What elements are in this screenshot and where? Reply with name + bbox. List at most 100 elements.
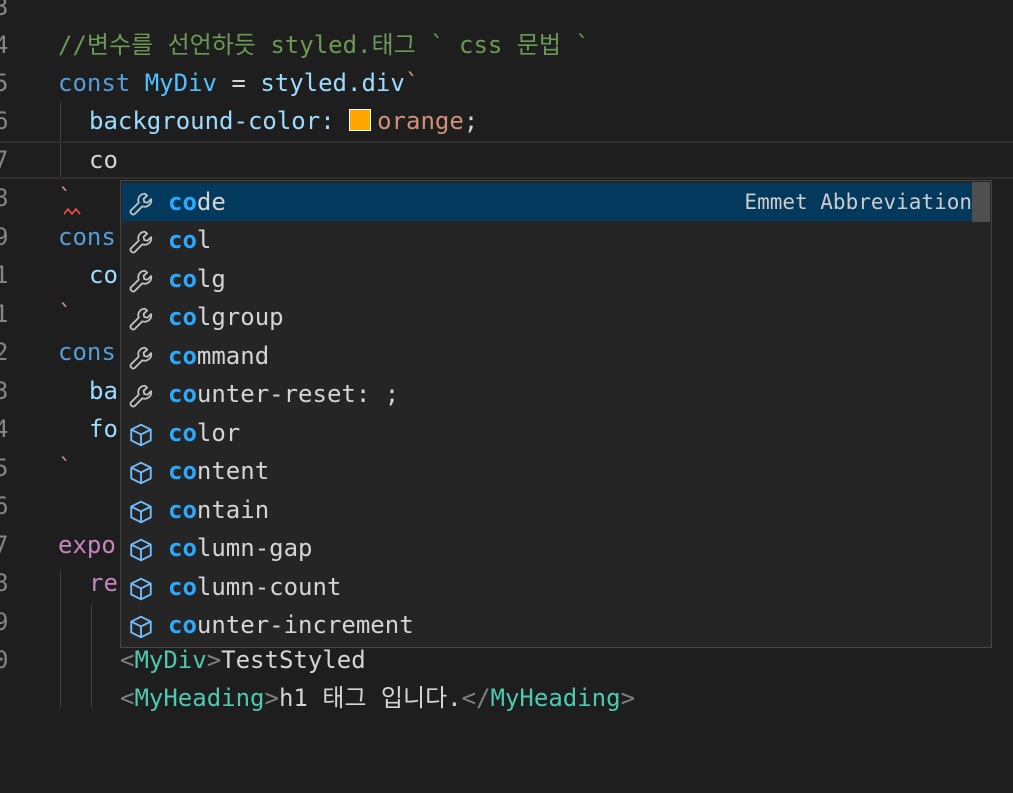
jsx-bracket: > <box>206 646 222 674</box>
styled-div-call: styled.div <box>260 69 405 97</box>
suggest-item-rest: lumn-count <box>196 573 342 601</box>
suggest-item[interactable]: code Emmet Abbreviation <box>122 183 972 221</box>
cube-icon <box>128 575 154 601</box>
cube-icon <box>128 498 154 524</box>
suggest-widget[interactable]: code Emmet Abbreviation col colg colgroup… <box>120 180 992 648</box>
jsx-tag: MyDiv <box>134 646 207 674</box>
css-property: ba <box>89 377 118 405</box>
suggest-item[interactable]: column-gap <box>122 529 972 567</box>
suggest-match-highlight: co <box>168 226 197 254</box>
suggest-item-label: color <box>168 414 240 452</box>
active-code-line[interactable]: co <box>0 141 1013 179</box>
suggest-item-label: command <box>168 337 269 375</box>
jsx-bracket: > <box>264 684 279 712</box>
wrench-icon <box>128 228 154 254</box>
color-swatch-icon[interactable] <box>349 109 372 131</box>
suggest-item-rest: lgroup <box>196 303 284 331</box>
suggest-item-label: content <box>168 452 269 490</box>
template-tick: ` <box>58 454 73 482</box>
comment-text: //변수를 선언하듯 styled.태그 ` css 문법 ` <box>58 31 590 59</box>
cube-icon <box>128 613 154 639</box>
css-value: orange <box>377 107 464 135</box>
suggest-match-highlight: co <box>168 419 197 447</box>
suggest-item-rest: mmand <box>196 342 270 370</box>
jsx-bracket: > <box>620 684 636 712</box>
suggest-item-rest: l <box>196 226 212 254</box>
suggest-item-label: contain <box>168 491 269 529</box>
suggest-match-highlight: co <box>168 534 197 562</box>
suggest-item-rest: de <box>196 188 226 216</box>
suggest-item[interactable]: color <box>122 414 972 452</box>
wrench-icon <box>128 382 154 408</box>
suggest-match-highlight: co <box>168 303 197 331</box>
suggest-scrollbar[interactable] <box>972 182 990 222</box>
suggest-item-label: colgroup <box>168 298 284 336</box>
cube-icon <box>128 459 154 485</box>
wrench-icon <box>128 305 154 331</box>
code-tokens: <MyHeading>h1 태그 입니다.</MyHeading> <box>120 679 635 717</box>
keyword-const: cons <box>58 223 116 251</box>
suggest-item-rest: unter-reset: ; <box>196 380 400 408</box>
error-squiggle <box>64 207 81 215</box>
template-tick: ` <box>404 69 420 97</box>
jsx-tag: MyHeading <box>134 684 265 712</box>
css-property: fo <box>89 415 118 443</box>
suggest-match-highlight: co <box>168 188 197 216</box>
cube-icon <box>128 536 154 562</box>
code-tokens: const MyDiv = styled.div` <box>58 64 419 102</box>
suggest-item-label: code <box>168 183 226 221</box>
suggest-item-rest: lg <box>196 265 226 293</box>
keyword-const: cons <box>58 338 116 366</box>
suggest-item-rest: unter-increment <box>196 611 414 639</box>
keyword-export: expo <box>58 531 116 559</box>
suggest-match-highlight: co <box>168 265 197 293</box>
suggest-item-label: colg <box>168 260 226 298</box>
keyword-const: const <box>58 69 131 97</box>
suggest-item-label: column-gap <box>168 529 313 567</box>
suggest-item-label: counter-increment <box>168 606 414 644</box>
code-line[interactable]: background-color: orange; <box>0 102 1013 140</box>
suggest-item[interactable]: counter-reset: ; <box>122 375 972 413</box>
wrench-icon <box>128 190 154 216</box>
suggest-item-rest: lumn-gap <box>196 534 313 562</box>
identifier-mydiv: MyDiv <box>144 69 217 97</box>
code-line[interactable]: <MyHeading>h1 태그 입니다.</MyHeading> <box>0 679 1013 717</box>
suggest-item-label: col <box>168 221 211 259</box>
wrench-icon <box>128 267 154 293</box>
operator-equals: = <box>216 69 261 97</box>
suggest-match-highlight: co <box>168 380 197 408</box>
semicolon: ; <box>463 107 479 135</box>
code-line[interactable]: const MyDiv = styled.div` <box>0 64 1013 102</box>
suggest-item[interactable]: contain <box>122 491 972 529</box>
cube-icon <box>128 421 154 447</box>
suggest-item-rest: ntent <box>196 457 270 485</box>
suggest-item[interactable]: content <box>122 452 972 490</box>
suggest-item-label: column-count <box>168 568 341 606</box>
jsx-tag: MyHeading <box>490 684 621 712</box>
suggest-match-highlight: co <box>168 611 197 639</box>
keyword-return: re <box>89 569 118 597</box>
jsx-bracket: < <box>120 684 135 712</box>
suggest-match-highlight: co <box>168 573 197 601</box>
suggest-match-highlight: co <box>168 457 197 485</box>
suggest-item[interactable]: column-count <box>122 568 972 606</box>
suggest-item[interactable]: col <box>122 221 972 259</box>
suggest-item[interactable]: colgroup <box>122 298 972 336</box>
suggest-item-label: counter-reset: ; <box>168 375 399 413</box>
code-editor[interactable]: 3 4 5 6 7 8 9 10 1 2 3 4 5 6 7 8 9 0 //변… <box>0 0 1013 712</box>
code-line[interactable]: //변수를 선언하듯 styled.태그 ` css 문법 ` <box>0 26 1013 64</box>
suggest-item-rest: ntain <box>196 496 270 524</box>
jsx-bracket: < <box>120 646 135 674</box>
jsx-text: TestStyled <box>221 646 366 674</box>
suggest-match-highlight: co <box>168 496 197 524</box>
jsx-text: h1 태그 입니다. <box>278 684 462 712</box>
template-tick: ` <box>58 300 73 328</box>
suggest-item[interactable]: colg <box>122 260 972 298</box>
css-property: background-color: <box>89 107 350 135</box>
suggest-item[interactable]: command <box>122 337 972 375</box>
suggest-match-highlight: co <box>168 342 197 370</box>
suggest-item-detail: Emmet Abbreviation <box>744 190 972 214</box>
suggest-item-rest: lor <box>196 419 241 447</box>
wrench-icon <box>128 344 154 370</box>
suggest-item[interactable]: counter-increment <box>122 606 972 644</box>
